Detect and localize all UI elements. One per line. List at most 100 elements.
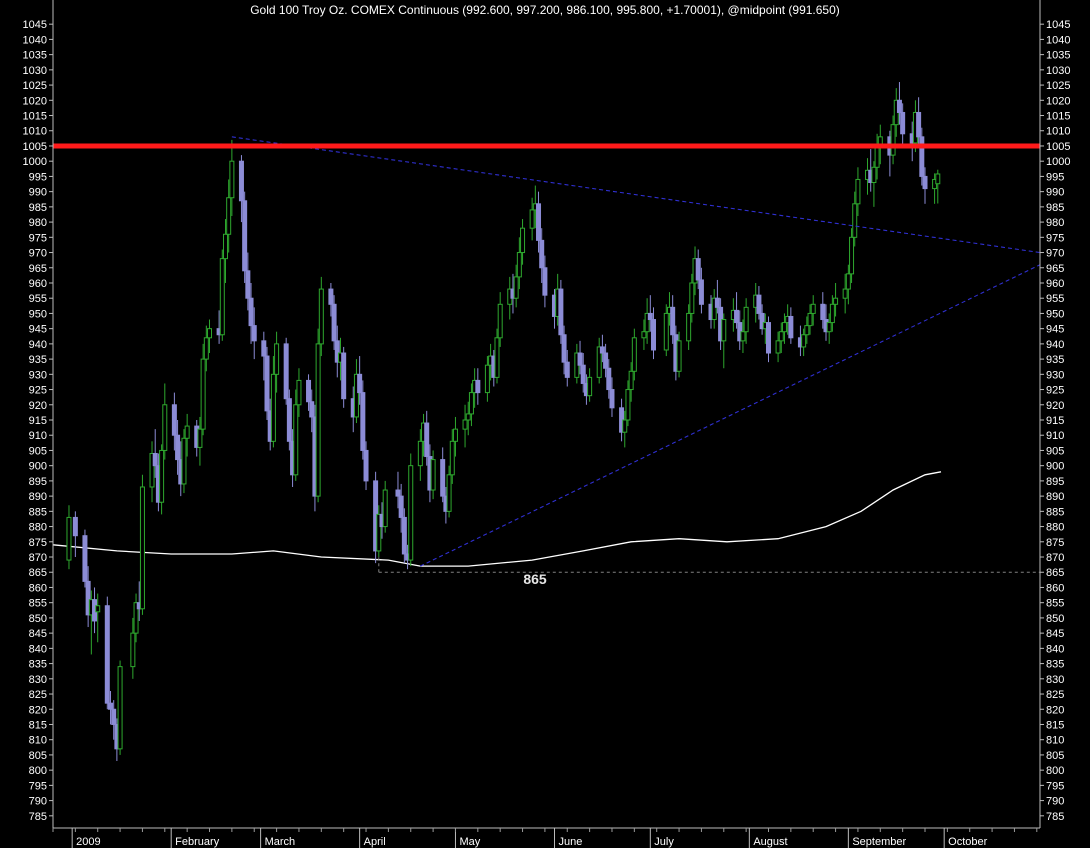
candle-body [609, 389, 615, 409]
x-tick-label: August [753, 836, 787, 848]
candle-body [446, 474, 452, 512]
candle-body [536, 203, 542, 241]
candle-body [916, 111, 922, 138]
candle-body [184, 425, 190, 439]
candle-body [408, 465, 414, 561]
y-tick-label-left: 895 [29, 476, 47, 488]
y-tick-label-right: 1045 [1046, 19, 1070, 31]
candle-body [274, 343, 280, 375]
candle-body [465, 413, 471, 421]
candle-body [66, 516, 72, 561]
candle-body [440, 459, 446, 497]
y-tick-label-left: 850 [29, 613, 47, 625]
x-tick-label: July [654, 836, 674, 848]
candle-body [363, 449, 369, 482]
y-tick-label-right: 815 [1046, 719, 1064, 731]
candle-body [539, 239, 545, 269]
candle-body [641, 331, 647, 339]
candle-body [900, 111, 906, 135]
candle-body [468, 392, 474, 415]
candle-body [670, 306, 676, 336]
y-tick-label-left: 950 [29, 308, 47, 320]
y-tick-label-left: 1000 [23, 156, 47, 168]
candle-body [248, 297, 254, 327]
y-tick-label-left: 860 [29, 582, 47, 594]
candle-body [520, 227, 526, 254]
y-tick-label-left: 915 [29, 415, 47, 427]
candle-body [577, 352, 583, 366]
y-tick-label-left: 1040 [23, 34, 47, 46]
candle-body [72, 516, 78, 537]
candle-body [807, 312, 813, 327]
y-tick-label-left: 835 [29, 659, 47, 671]
candle-body [564, 361, 570, 378]
y-tick-label-right: 890 [1046, 491, 1064, 503]
candle-body [874, 145, 880, 168]
candle-body [849, 236, 855, 275]
candle-body [245, 270, 251, 299]
y-tick-label-left: 1045 [23, 19, 47, 31]
y-tick-label-left: 955 [29, 293, 47, 305]
candle-body [398, 495, 404, 518]
y-tick-label-right: 965 [1046, 263, 1064, 275]
y-tick-label-left: 815 [29, 719, 47, 731]
y-tick-label-left: 920 [29, 400, 47, 412]
candle-body [698, 279, 704, 305]
candle-body [130, 632, 136, 668]
candle-body [695, 258, 701, 281]
candle-body [714, 297, 720, 308]
x-tick-label: September [852, 836, 906, 848]
candle-body [395, 489, 401, 497]
y-tick-label-left: 975 [29, 232, 47, 244]
x-tick-label: 2009 [76, 836, 100, 848]
candle-body [855, 178, 861, 205]
candle-body [207, 328, 213, 339]
candle-body [315, 343, 321, 497]
candle-body [139, 486, 145, 610]
candle-body [622, 419, 628, 433]
candle-body [318, 288, 324, 345]
candle-body [663, 312, 669, 351]
y-tick-label-right: 790 [1046, 796, 1064, 808]
candle-body [516, 252, 522, 278]
candle-body [756, 294, 762, 314]
candle-body [401, 516, 407, 555]
y-tick-label-right: 845 [1046, 628, 1064, 640]
candle-body [219, 258, 225, 336]
candle-body [251, 325, 257, 342]
candle-body [226, 197, 232, 235]
candle-body [107, 702, 113, 710]
candle-body [452, 428, 458, 442]
y-tick-label-right: 875 [1046, 537, 1064, 549]
candle-body [587, 376, 593, 397]
candle-body [229, 160, 235, 199]
y-tick-label-left: 805 [29, 750, 47, 762]
candle-body [293, 404, 299, 476]
candle-body [159, 449, 165, 503]
candle-body [417, 440, 423, 467]
candle-body [341, 352, 347, 400]
candle-body [238, 160, 244, 202]
y-tick-label-right: 865 [1046, 567, 1064, 579]
candle-body [826, 322, 832, 333]
candle-body [845, 273, 851, 290]
y-tick-label-right: 1035 [1046, 50, 1070, 62]
candle-body [283, 343, 289, 400]
candle-body [743, 306, 749, 333]
candle-body [804, 325, 810, 336]
y-tick-label-left: 880 [29, 522, 47, 534]
y-tick-label-left: 1010 [23, 126, 47, 138]
y-tick-label-right: 945 [1046, 324, 1064, 336]
candle-body [309, 401, 315, 418]
x-tick-label: May [459, 836, 480, 848]
y-tick-label-right: 810 [1046, 735, 1064, 747]
candle-body [264, 355, 270, 412]
candle-body [462, 419, 468, 430]
y-tick-label-right: 1015 [1046, 111, 1070, 123]
y-tick-label-right: 1025 [1046, 80, 1070, 92]
y-tick-label-right: 925 [1046, 385, 1064, 397]
y-tick-label-right: 840 [1046, 643, 1064, 655]
candle-body [82, 535, 88, 582]
y-tick-label-left: 960 [29, 278, 47, 290]
y-tick-label-right: 830 [1046, 674, 1064, 686]
